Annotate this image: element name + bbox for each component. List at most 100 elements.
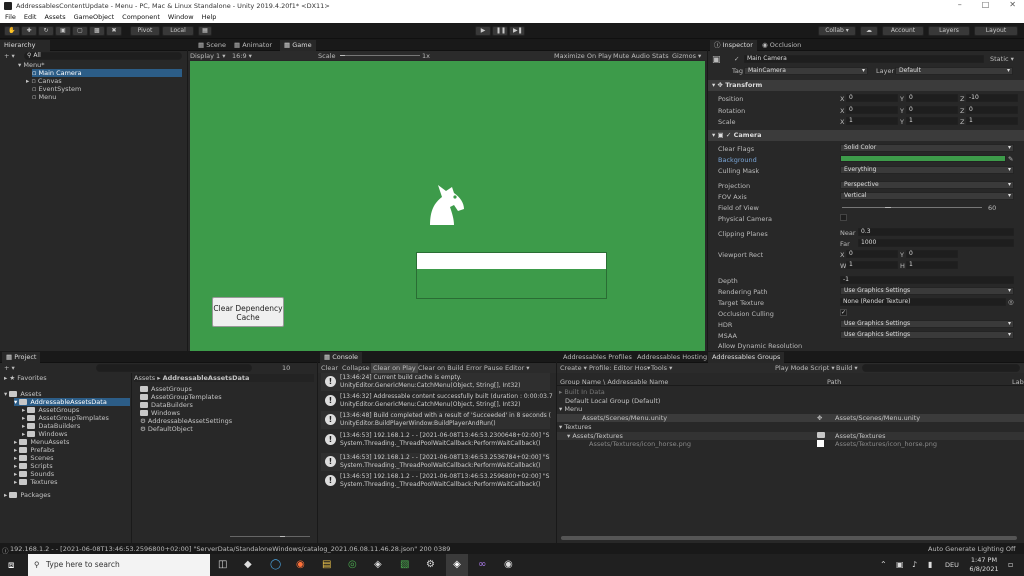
language-indicator[interactable]: DEU: [945, 561, 959, 569]
fov-slider-handle[interactable]: [885, 207, 892, 208]
file-item-addressableassetsettings[interactable]: ⚙ AddressableAssetSettings: [140, 417, 310, 425]
project-splitter[interactable]: [131, 373, 132, 543]
create-dropdown[interactable]: Create ▾: [560, 364, 587, 372]
profile-dropdown[interactable]: Profile: Editor Hos▾: [589, 364, 650, 372]
tab-occlusion[interactable]: ◉ Occlusion: [758, 40, 805, 51]
tree-item-assetgrouptemplates[interactable]: ▸ AssetGroupTemplates: [22, 414, 128, 422]
menu-help[interactable]: Help: [202, 12, 217, 23]
camera-header[interactable]: ▾ ▣ ✓ Camera: [708, 130, 1024, 141]
occlusion-culling-checkbox[interactable]: ✓: [840, 309, 847, 316]
stats-toggle[interactable]: Stats: [652, 52, 669, 60]
chrome-icon[interactable]: ◎: [348, 559, 357, 570]
volume-icon[interactable]: ♪: [912, 560, 917, 569]
tab-project[interactable]: ▦ Project: [2, 352, 41, 363]
scale-tool-icon[interactable]: ▣: [55, 26, 71, 36]
step-button[interactable]: ▶❚: [509, 26, 525, 36]
physical-camera-checkbox[interactable]: [840, 214, 847, 221]
taskbar-clock[interactable]: 1:47 PM 6/8/2021: [966, 556, 1002, 574]
collab-dropdown[interactable]: Collab ▾: [818, 26, 856, 36]
console-entry[interactable]: ! [13:46:48] Build completed with a resul…: [321, 411, 551, 429]
viewport-h-input[interactable]: 1: [906, 261, 958, 269]
aspect-dropdown[interactable]: 16:9 ▾: [232, 52, 252, 60]
fov-axis-dropdown[interactable]: Vertical: [840, 192, 1014, 200]
hdr-dropdown[interactable]: Use Graphics Settings: [840, 320, 1014, 328]
hand-tool-icon[interactable]: ✋: [4, 26, 20, 36]
fov-slider[interactable]: [842, 207, 982, 208]
file-item-defaultobject[interactable]: ⚙ DefaultObject: [140, 425, 310, 433]
tab-scene[interactable]: ▦ Scene: [194, 40, 230, 51]
group-row-default-local[interactable]: Default Local Group (Default): [565, 397, 1024, 405]
transform-header[interactable]: ▾ ✥ Transform: [708, 80, 1024, 91]
rect-tool-icon[interactable]: ▢: [72, 26, 88, 36]
taskbar-search-box[interactable]: ⚲ Type here to search: [28, 554, 210, 576]
task-view-icon[interactable]: ◫: [218, 559, 227, 570]
close-icon[interactable]: ✕: [1009, 0, 1016, 9]
sheet-app-icon[interactable]: ▧: [400, 559, 409, 570]
entry-row-icon-horse[interactable]: Assets/Textures/icon_horse.png Assets/Tex…: [557, 440, 1024, 448]
tab-game[interactable]: ▦ Game: [280, 40, 316, 51]
tree-item-scenes[interactable]: ▸ Scenes: [14, 454, 128, 462]
addressables-search-input[interactable]: [862, 364, 1020, 372]
github-icon[interactable]: ◉: [504, 559, 513, 570]
pause-button[interactable]: ❚❚: [492, 26, 508, 36]
viewport-y-input[interactable]: 0: [906, 250, 958, 258]
snap-icon[interactable]: ▦: [198, 26, 212, 36]
console-clear-on-build-button[interactable]: Clear on Build: [418, 364, 464, 372]
network-icon[interactable]: ▣: [896, 560, 904, 569]
file-explorer-icon[interactable]: ▤: [322, 559, 331, 570]
notification-icon[interactable]: ▫: [1008, 560, 1013, 569]
background-color-field[interactable]: [840, 155, 1006, 162]
menu-edit[interactable]: Edit: [24, 12, 37, 23]
menu-gameobject[interactable]: GameObject: [74, 12, 115, 23]
group-row-built-in-data[interactable]: ▸ Built In Data: [559, 388, 1019, 396]
tree-item-windows[interactable]: ▸ Windows: [22, 430, 128, 438]
rotation-y-input[interactable]: 0: [906, 106, 958, 114]
file-item-assetgroups[interactable]: AssetGroups: [140, 385, 310, 393]
transform-tool-icon[interactable]: ▩: [89, 26, 105, 36]
column-group-name[interactable]: Group Name \ Addressable Name: [560, 378, 668, 385]
console-clear-button[interactable]: Clear: [321, 364, 338, 372]
position-z-input[interactable]: -10: [966, 94, 1018, 102]
console-entry[interactable]: ! [13:46:53] 192.168.1.2 - - [2021-06-08T…: [321, 453, 550, 471]
column-labels[interactable]: Lab: [1012, 378, 1024, 385]
tab-addressables-groups[interactable]: Addressables Groups: [708, 352, 785, 363]
scale-y-input[interactable]: 1: [906, 117, 958, 125]
media-app-icon[interactable]: ◆: [244, 559, 252, 570]
eyedropper-icon[interactable]: ✎: [1008, 155, 1013, 163]
status-message[interactable]: 192.168.1.2 - - [2021-06-08T13:46:53.259…: [10, 545, 450, 553]
tab-animator[interactable]: ▦ Animator: [230, 40, 276, 51]
scale-slider[interactable]: [340, 55, 420, 56]
tab-console[interactable]: ▦ Console: [320, 352, 363, 363]
hierarchy-search-input[interactable]: ⚲ All: [24, 52, 182, 60]
settings-gear-icon[interactable]: ⚙: [426, 559, 435, 570]
display-dropdown[interactable]: Display 1 ▾: [190, 52, 226, 60]
depth-input[interactable]: -1: [840, 276, 1014, 284]
breadcrumb-assets[interactable]: Assets: [134, 374, 155, 382]
maximize-on-play-toggle[interactable]: Maximize On Play: [554, 52, 612, 60]
console-editor-dropdown[interactable]: Editor ▾: [505, 364, 530, 372]
viewport-x-input[interactable]: 0: [846, 250, 898, 258]
layers-dropdown[interactable]: Layers: [928, 26, 970, 36]
menu-window[interactable]: Window: [168, 12, 194, 23]
console-collapse-button[interactable]: Collapse: [342, 364, 370, 372]
column-path[interactable]: Path: [827, 378, 841, 385]
clear-dependency-cache-button[interactable]: Clear Dependency Cache: [212, 297, 284, 327]
rotate-tool-icon[interactable]: ↻: [38, 26, 54, 36]
static-dropdown[interactable]: Static ▾: [990, 55, 1014, 63]
layout-dropdown[interactable]: Layout: [974, 26, 1018, 36]
menu-component[interactable]: Component: [122, 12, 160, 23]
tab-hierarchy[interactable]: Hierarchy: [0, 40, 50, 51]
file-item-databuilders[interactable]: DataBuilders: [140, 401, 310, 409]
play-mode-script-dropdown[interactable]: Play Mode Script ▾: [775, 364, 835, 372]
favorites-item[interactable]: ▸ ★ Favorites: [4, 374, 124, 382]
clear-flags-dropdown[interactable]: Solid Color: [840, 144, 1014, 152]
cloud-icon[interactable]: ☁: [860, 26, 878, 36]
tab-addressables-hosting[interactable]: Addressables Hosting: [633, 352, 711, 363]
tree-item-scripts[interactable]: ▸ Scripts: [14, 462, 128, 470]
entry-row-menu-scene[interactable]: Assets/Scenes/Menu.unity ✥ Assets/Scenes/M…: [557, 414, 1024, 422]
project-search-input[interactable]: [96, 364, 252, 372]
breadcrumb-addressableassetsdata[interactable]: AddressableAssetsData: [163, 374, 250, 382]
unity-editor-taskbar-icon[interactable]: ◈: [446, 554, 468, 576]
account-dropdown[interactable]: Account: [882, 26, 924, 36]
windows-start-icon[interactable]: ⧈: [8, 560, 19, 571]
